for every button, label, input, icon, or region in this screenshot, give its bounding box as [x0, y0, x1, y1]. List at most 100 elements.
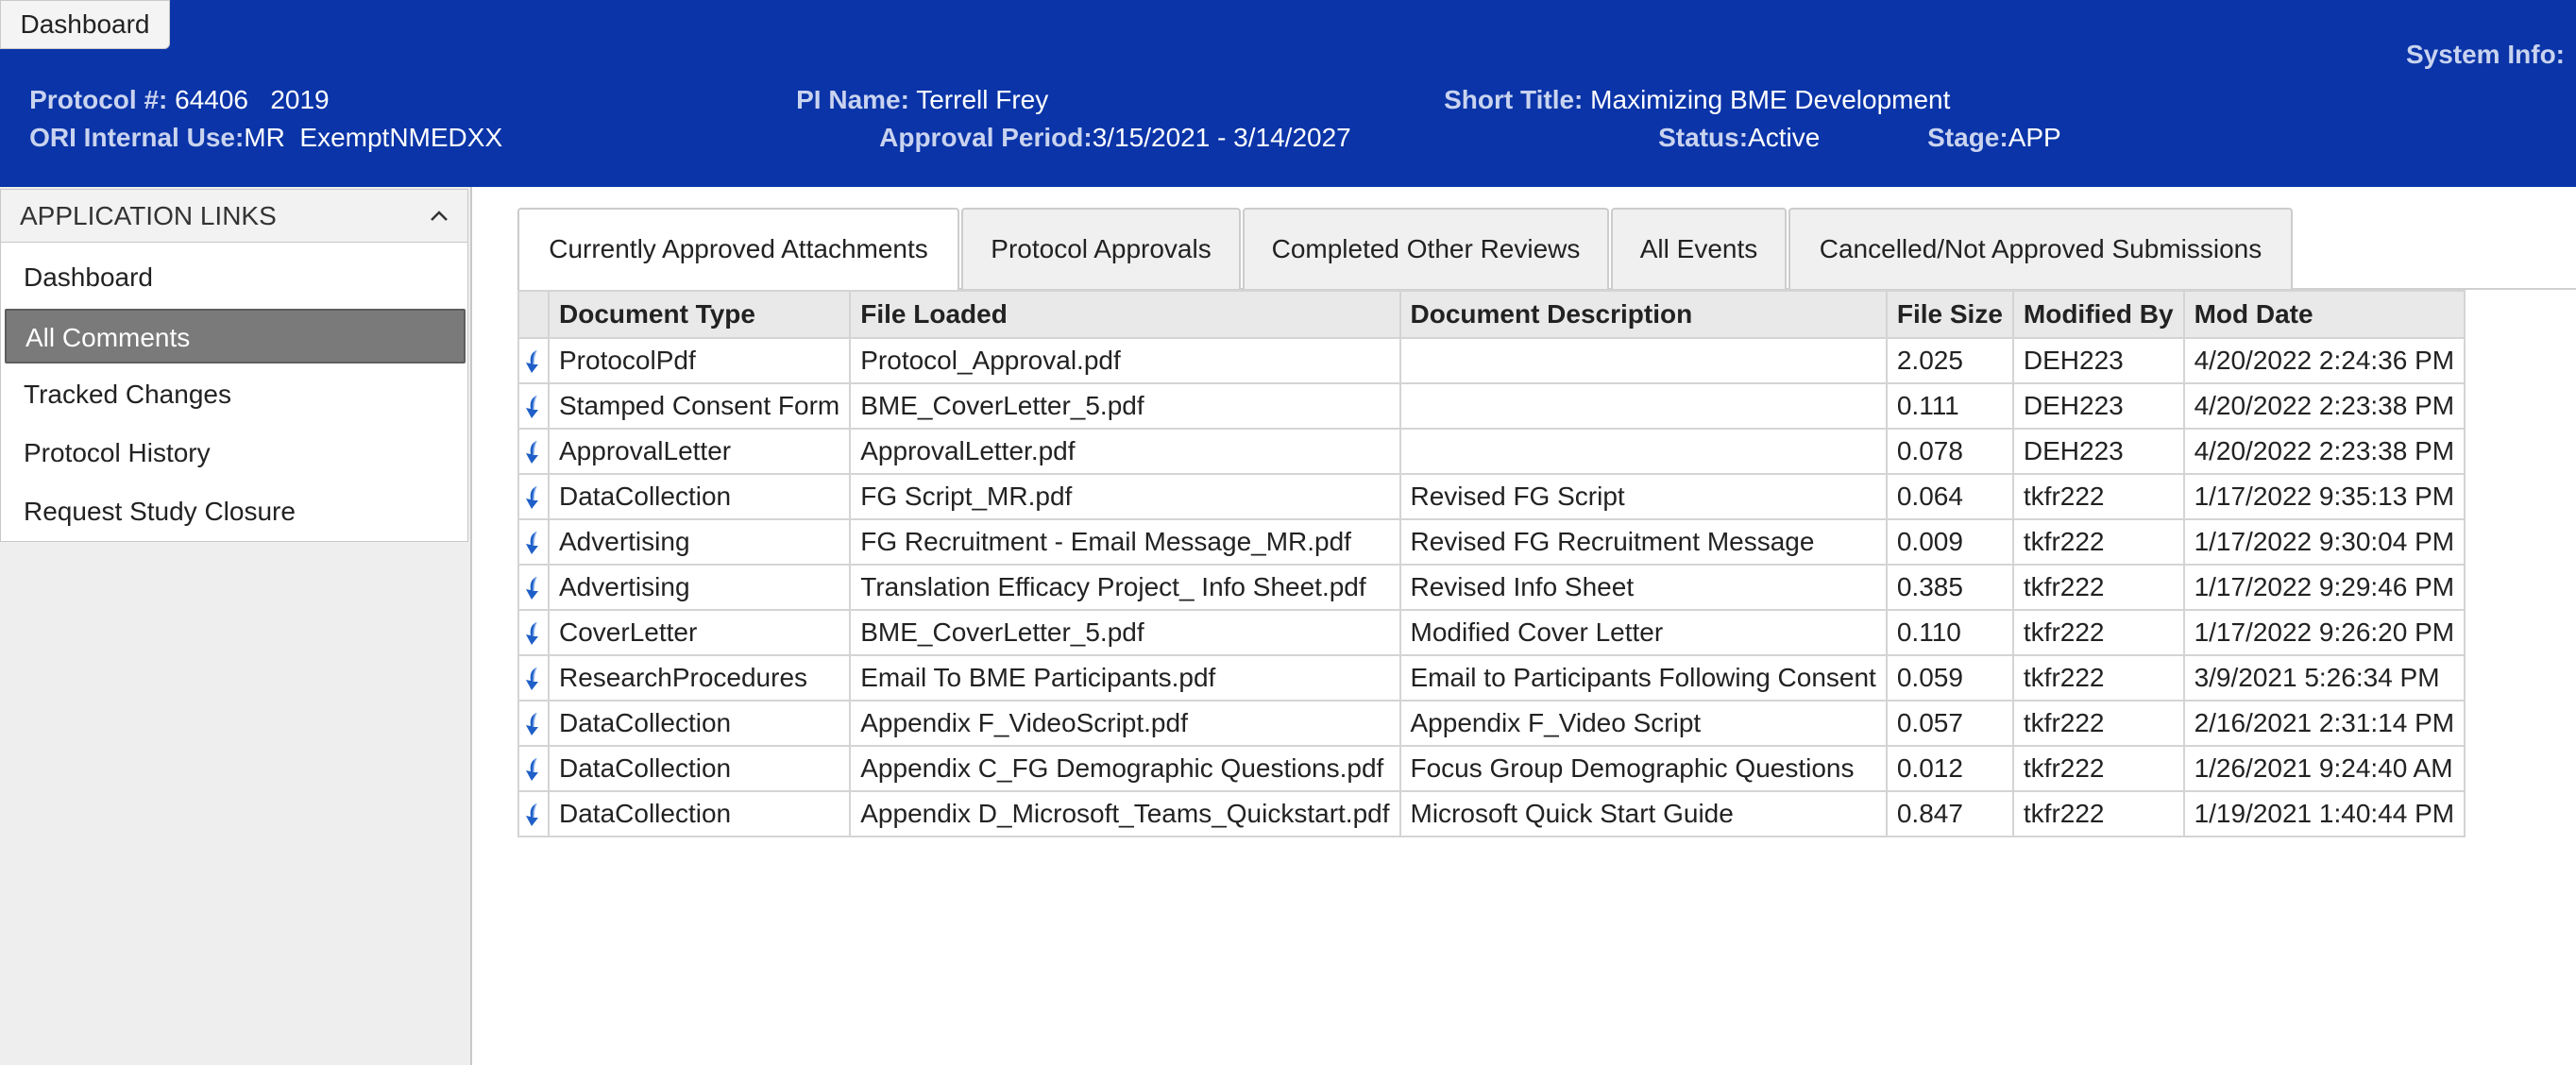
sidebar-item-all-comments[interactable]: All Comments: [5, 309, 466, 363]
cell-mod-date: 4/20/2022 2:24:36 PM: [2182, 337, 2466, 384]
table-row[interactable]: DataCollection Appendix D_Microsoft_Teams…: [517, 790, 2466, 837]
status-label: Status:: [1658, 123, 1749, 152]
cell-document-description: Revised FG Script: [1398, 473, 1888, 520]
application-links-header[interactable]: APPLICATION LINKS: [1, 190, 467, 243]
download-arrow-icon[interactable]: [519, 393, 548, 421]
cell-document-description: Email to Participants Following Consent: [1398, 654, 1888, 702]
table-row[interactable]: ProtocolPdf Protocol_Approval.pdf 2.025 DEH…: [517, 337, 2466, 384]
table-row[interactable]: ApprovalLetter ApprovalLetter.pdf 0.078 DEH…: [517, 428, 2466, 475]
cell-file-size: 0.012: [1885, 745, 2014, 792]
cell-modified-by: DEH223: [2011, 428, 2185, 475]
download-arrow-icon[interactable]: [519, 801, 548, 829]
cell-file-size: 0.064: [1885, 473, 2014, 520]
cell-file-loaded: Appendix F_VideoScript.pdf: [849, 700, 1401, 747]
column-header-document-description[interactable]: Document Description: [1398, 290, 1888, 339]
download-cell[interactable]: [517, 745, 550, 792]
cell-file-loaded: Translation Efficacy Project_ Info Sheet…: [849, 564, 1401, 611]
cell-file-size: 0.110: [1885, 609, 2014, 656]
ori-internal-use-label: ORI Internal Use:: [29, 123, 245, 152]
download-cell[interactable]: [517, 564, 550, 611]
tab-currently-approved-attachments[interactable]: Currently Approved Attachments: [517, 208, 959, 291]
cell-file-loaded: Appendix D_Microsoft_Teams_Quickstart.pd…: [849, 790, 1401, 837]
cell-document-description: [1398, 428, 1888, 475]
approval-period-field: Approval Period:3/15/2021 - 3/14/2027: [850, 93, 1351, 183]
download-arrow-icon[interactable]: [519, 438, 548, 466]
download-cell[interactable]: [517, 337, 550, 384]
table-row[interactable]: DataCollection Appendix F_VideoScript.pdf…: [517, 700, 2466, 747]
tab-all-events[interactable]: All Events: [1611, 208, 1787, 289]
column-header-file-loaded[interactable]: File Loaded: [849, 290, 1401, 339]
tab-cancelled-not-approved-submissions[interactable]: Cancelled/Not Approved Submissions: [1788, 208, 2293, 289]
cell-modified-by: tkfr222: [2011, 700, 2185, 747]
download-cell[interactable]: [517, 382, 550, 430]
table-row[interactable]: DataCollection FG Script_MR.pdf Revised FG…: [517, 473, 2466, 520]
cell-mod-date: 3/9/2021 5:26:34 PM: [2182, 654, 2466, 702]
download-cell[interactable]: [517, 473, 550, 520]
download-cell[interactable]: [517, 790, 550, 837]
cell-document-type: ResearchProcedures: [547, 654, 852, 702]
sidebar-item-tracked-changes[interactable]: Tracked Changes: [5, 367, 466, 422]
table-row[interactable]: Advertising Translation Efficacy Project_…: [517, 564, 2466, 611]
stage-field: Stage:APP: [1898, 93, 2061, 183]
cell-document-type: Stamped Consent Form: [547, 382, 852, 430]
cell-file-size: 0.057: [1885, 700, 2014, 747]
download-cell[interactable]: [517, 654, 550, 702]
application-links-panel: APPLICATION LINKS Dashboard All Comments…: [0, 189, 468, 542]
column-header-icon: [517, 290, 550, 339]
table-row[interactable]: ResearchProcedures Email To BME Participa…: [517, 654, 2466, 702]
cell-document-type: DataCollection: [547, 790, 852, 837]
download-arrow-icon[interactable]: [519, 619, 548, 648]
sidebar-item-dashboard[interactable]: Dashboard: [5, 250, 466, 305]
protocol-header: Dashboard Protocol #: 64406 2019 PI Name…: [0, 0, 2576, 187]
cell-file-size: 0.385: [1885, 564, 2014, 611]
download-cell[interactable]: [517, 609, 550, 656]
tab-protocol-approvals[interactable]: Protocol Approvals: [961, 208, 1241, 289]
cell-modified-by: DEH223: [2011, 382, 2185, 430]
download-cell[interactable]: [517, 700, 550, 747]
table-row[interactable]: Advertising FG Recruitment - Email Messag…: [517, 518, 2466, 566]
cell-modified-by: tkfr222: [2011, 654, 2185, 702]
application-links-title: APPLICATION LINKS: [20, 201, 277, 230]
download-arrow-icon[interactable]: [519, 483, 548, 512]
tab-completed-other-reviews[interactable]: Completed Other Reviews: [1243, 208, 1609, 289]
cell-document-description: [1398, 382, 1888, 430]
attachments-table: Document Type File Loaded Document Descr…: [517, 290, 2466, 837]
chevron-up-icon[interactable]: [428, 205, 450, 228]
download-cell[interactable]: [517, 518, 550, 566]
cell-document-type: Advertising: [547, 564, 852, 611]
cell-document-description: [1398, 337, 1888, 384]
table-row[interactable]: DataCollection Appendix C_FG Demographic …: [517, 745, 2466, 792]
table-header-row: Document Type File Loaded Document Descr…: [517, 290, 2466, 339]
cell-mod-date: 4/20/2022 2:23:38 PM: [2182, 382, 2466, 430]
download-arrow-icon[interactable]: [519, 574, 548, 602]
table-row[interactable]: CoverLetter BME_CoverLetter_5.pdf Modified…: [517, 609, 2466, 656]
sidebar-item-request-study-closure[interactable]: Request Study Closure: [5, 484, 466, 539]
short-title-label: Short Title:: [1444, 85, 1584, 114]
approval-period-label: Approval Period:: [879, 123, 1093, 152]
cell-document-type: DataCollection: [547, 473, 852, 520]
download-arrow-icon[interactable]: [519, 710, 548, 738]
download-arrow-icon[interactable]: [519, 529, 548, 557]
download-arrow-icon[interactable]: [519, 347, 548, 376]
download-arrow-icon[interactable]: [519, 665, 548, 693]
column-header-file-size[interactable]: File Size: [1885, 290, 2014, 339]
cell-document-type: Advertising: [547, 518, 852, 566]
cell-file-size: 0.111: [1885, 382, 2014, 430]
status-field: Status:Active: [1629, 93, 1820, 183]
status-value: Active: [1748, 123, 1821, 152]
table-row[interactable]: Stamped Consent Form BME_CoverLetter_5.pd…: [517, 382, 2466, 430]
cell-file-size: 0.059: [1885, 654, 2014, 702]
download-arrow-icon[interactable]: [519, 755, 548, 784]
download-cell[interactable]: [517, 428, 550, 475]
cell-file-loaded: BME_CoverLetter_5.pdf: [849, 609, 1401, 656]
column-header-mod-date[interactable]: Mod Date: [2182, 290, 2466, 339]
column-header-document-type[interactable]: Document Type: [547, 290, 852, 339]
cell-document-description: Revised Info Sheet: [1398, 564, 1888, 611]
dashboard-button[interactable]: Dashboard: [0, 0, 170, 49]
cell-modified-by: tkfr222: [2011, 609, 2185, 656]
cell-mod-date: 1/17/2022 9:30:04 PM: [2182, 518, 2466, 566]
cell-document-type: ApprovalLetter: [547, 428, 852, 475]
column-header-modified-by[interactable]: Modified By: [2011, 290, 2185, 339]
cell-file-loaded: Appendix C_FG Demographic Questions.pdf: [849, 745, 1401, 792]
sidebar-item-protocol-history[interactable]: Protocol History: [5, 426, 466, 481]
